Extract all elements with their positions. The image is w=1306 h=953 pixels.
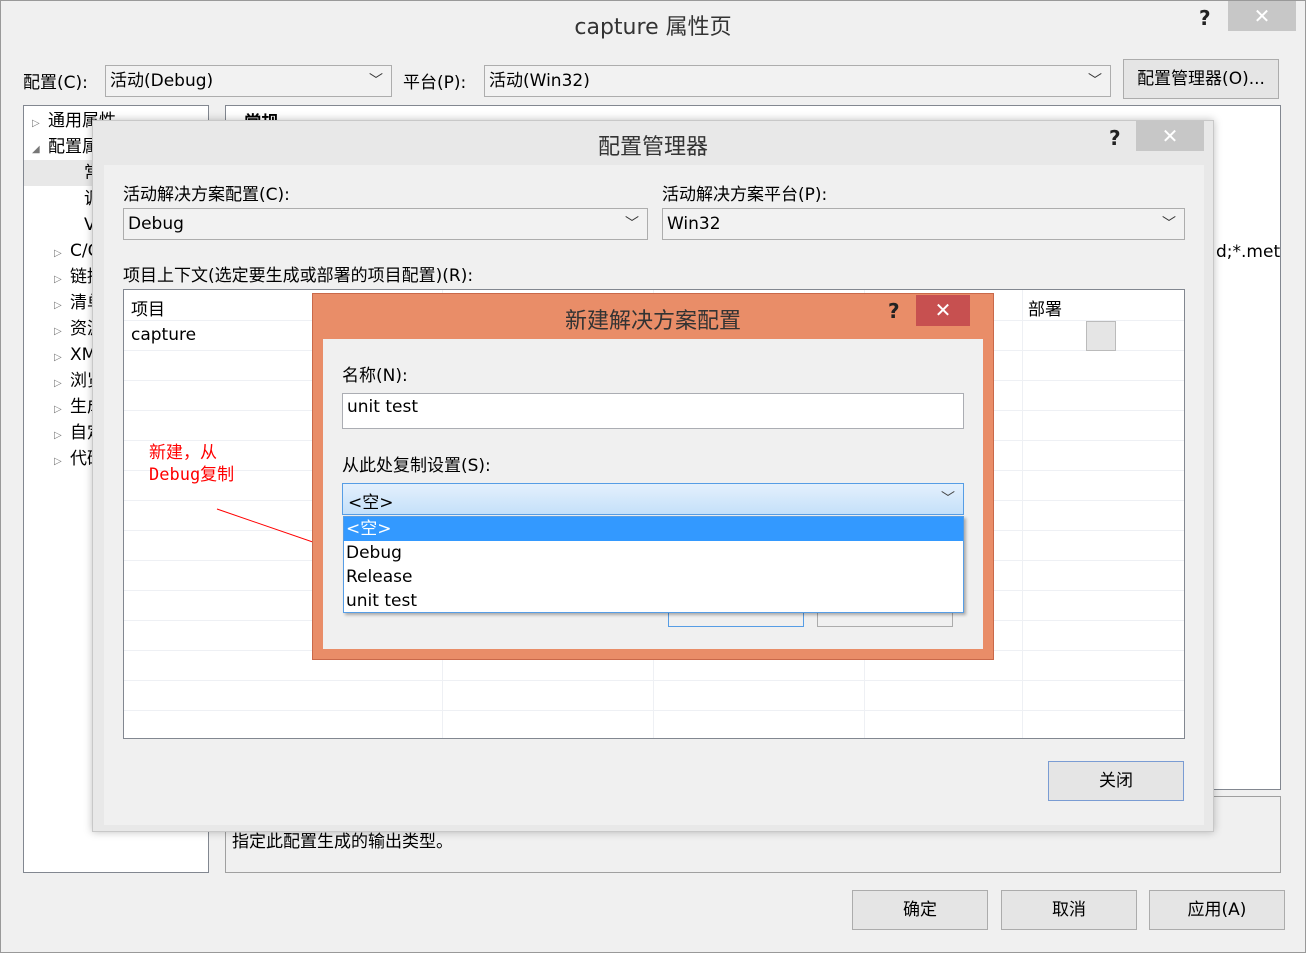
close-button[interactable]: ✕: [916, 295, 970, 326]
chevron-down-icon: ﹀: [941, 491, 955, 507]
copy-from-select[interactable]: <空> ﹀: [342, 483, 964, 515]
copy-from-value: <空>: [348, 493, 394, 513]
dropdown-option[interactable]: <空>: [344, 517, 963, 541]
new-config-dialog: 新建解决方案配置 ? ✕ 名称(N): unit test 从此处复制设置(S)…: [312, 293, 994, 660]
name-label: 名称(N):: [342, 366, 408, 386]
copy-from-dropdown-list[interactable]: <空> Debug Release unit test: [343, 516, 964, 613]
copy-from-label: 从此处复制设置(S):: [342, 456, 491, 476]
name-input[interactable]: unit test: [342, 393, 964, 429]
dropdown-option[interactable]: Release: [344, 565, 963, 589]
help-icon[interactable]: ?: [888, 299, 900, 323]
dropdown-option[interactable]: unit test: [344, 589, 963, 613]
dropdown-option[interactable]: Debug: [344, 541, 963, 565]
